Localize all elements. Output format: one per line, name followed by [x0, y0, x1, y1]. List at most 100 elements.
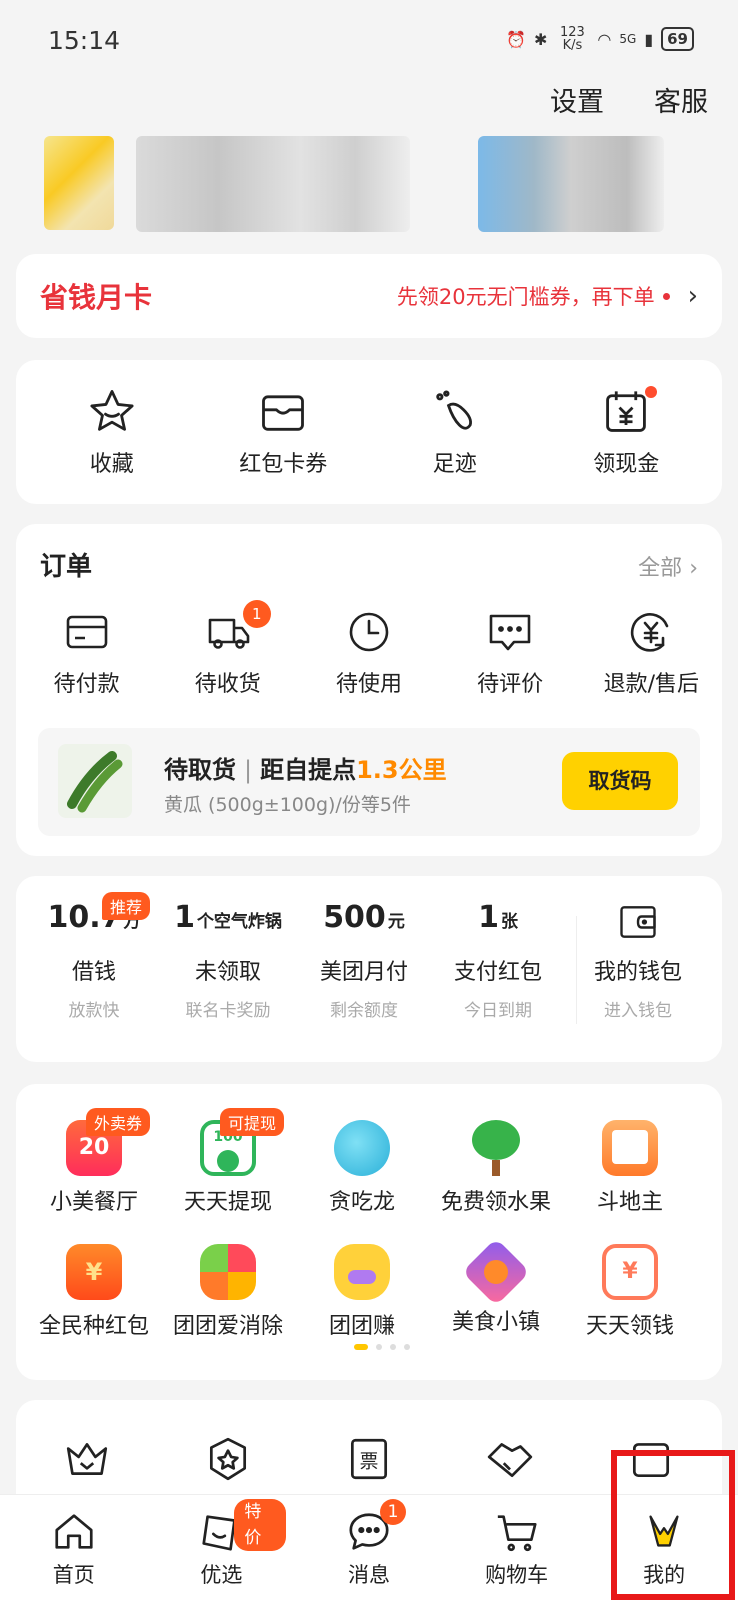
pickup-code-button[interactable]: 取货码	[562, 752, 678, 810]
savings-card-title: 省钱月卡	[40, 281, 153, 314]
finance-card: 推荐 10.7 万 借钱 放款快 1 个空气炸锅 未领取 联名卡奖励 500 元 美团…	[16, 876, 722, 1062]
cart-icon	[497, 1515, 537, 1552]
username-blurred	[136, 136, 410, 232]
value-number: 500	[323, 900, 386, 935]
tab-label: 首页	[52, 1563, 95, 1587]
game-label: 美食小镇	[451, 1310, 540, 1335]
chevron-right-icon: ›	[687, 281, 698, 311]
annotation-highlight-box	[611, 1450, 735, 1600]
order-status-label: 待付款	[53, 672, 120, 697]
cards-icon	[602, 1120, 658, 1176]
order-status-label: 退款/售后	[603, 672, 700, 697]
finance-label: 借钱	[71, 960, 116, 985]
game-label: 天天提现	[183, 1190, 272, 1215]
order-refund[interactable]: 退款/售后	[586, 608, 716, 698]
fox-icon	[462, 1238, 530, 1306]
value-unit: 个空气炸锅	[196, 912, 282, 932]
savings-card[interactable]: 省钱月卡 先领20元无门槛券，再下单 ›	[16, 254, 722, 338]
pickup-item: 黄瓜 (500g±100g)/份等5件	[164, 794, 411, 816]
game-tag: 可提现	[220, 1108, 285, 1136]
finance-red-packet[interactable]: 1张 支付红包 今日到期	[428, 900, 568, 1021]
quick-get-cash[interactable]: 领现金	[551, 386, 701, 478]
profile-area-blurred[interactable]	[0, 132, 738, 242]
message-count-badge: 1	[379, 1499, 406, 1525]
handshake-icon[interactable]	[485, 1434, 535, 1484]
tab-home[interactable]: 首页	[9, 1495, 139, 1600]
orders-all-link[interactable]: 全部 ›	[638, 550, 698, 582]
badge-star-icon[interactable]	[203, 1434, 253, 1484]
special-price-badge: 特价	[234, 1499, 287, 1551]
order-to-pay[interactable]: 待付款	[22, 608, 152, 698]
wallet-card-icon	[262, 395, 305, 431]
finance-label: 未领取	[194, 960, 261, 985]
finance-sub: 放款快	[68, 1001, 120, 1021]
quick-favorites[interactable]: 收藏	[37, 386, 187, 478]
tab-youxuan[interactable]: 特价 优选	[156, 1495, 287, 1600]
order-status-label: 待评价	[477, 672, 544, 697]
service-link[interactable]: 客服	[654, 80, 708, 119]
finance-label: 支付红包	[453, 960, 542, 985]
quick-footprints[interactable]: 足迹	[380, 386, 530, 478]
match-icon	[200, 1244, 256, 1300]
tree-icon	[468, 1120, 524, 1176]
comment-icon	[489, 614, 531, 651]
pickup-banner[interactable]: 待取货 | 距自提点1.3公里 黄瓜 (500g±100g)/份等5件 取货码	[38, 728, 700, 836]
finance-loan[interactable]: 推荐 10.7 万 借钱 放款快	[24, 892, 164, 1021]
my-wallet[interactable]: 我的钱包 进入钱包	[568, 900, 708, 1021]
finance-air-fryer[interactable]: 1 个空气炸锅 未领取 联名卡奖励	[158, 900, 298, 1021]
crown-icon[interactable]	[62, 1434, 112, 1484]
game-free-fruit[interactable]: 免费领水果	[426, 1120, 566, 1216]
value-number: 1	[174, 900, 195, 935]
page-dot-active	[354, 1344, 368, 1350]
settings-link[interactable]: 设置	[550, 80, 604, 119]
mini-games-card: 20 外卖券 小美餐厅 100 可提现 天天提现 贪吃龙 免费领水果 斗地主 ¥…	[16, 1084, 722, 1380]
quick-coupons[interactable]: 红包卡券	[208, 386, 358, 478]
cucumber-image	[67, 751, 123, 813]
game-grow-red-packet[interactable]: ¥ 全民种红包	[24, 1244, 164, 1340]
game-tuantuan-match[interactable]: 团团爱消除	[158, 1244, 298, 1340]
orders-title: 订单	[40, 552, 93, 582]
ticket-icon[interactable]: 票	[344, 1434, 394, 1484]
game-xiaomei-restaurant[interactable]: 20 外卖券 小美餐厅	[24, 1108, 164, 1216]
game-food-town[interactable]: 美食小镇	[426, 1238, 566, 1336]
quick-label: 足迹	[432, 452, 477, 477]
game-daily-money[interactable]: ¥ 天天领钱	[560, 1244, 700, 1340]
finance-monthly-pay[interactable]: 500 元 美团月付 剩余额度	[294, 900, 434, 1021]
game-label: 免费领水果	[440, 1190, 551, 1215]
tab-label: 消息	[347, 1563, 390, 1587]
game-tuantuan-earn[interactable]: 团团赚	[292, 1244, 432, 1340]
order-status-label: 待使用	[335, 672, 402, 697]
status-icons: ⏰ ✱ 123 K/s ◠ 5G ▮ 69	[506, 26, 694, 52]
avatar[interactable]	[44, 136, 114, 230]
clock-icon	[349, 612, 389, 652]
product-thumbnail	[58, 744, 132, 818]
net-speed: 123 K/s	[559, 25, 585, 53]
game-snake-dragon[interactable]: 贪吃龙	[292, 1120, 432, 1216]
finance-sub: 联名卡奖励	[185, 1001, 271, 1021]
value-unit: 元	[387, 912, 405, 932]
page-dot	[404, 1344, 410, 1350]
pickup-title: 待取货 | 距自提点1.3公里	[164, 750, 447, 785]
game-tag: 外卖券	[86, 1108, 151, 1136]
game-doudizhu[interactable]: 斗地主	[560, 1120, 700, 1216]
member-badge-blurred[interactable]	[478, 136, 664, 232]
battery-indicator: 69	[661, 27, 694, 51]
tab-messages[interactable]: 1 消息	[304, 1495, 434, 1600]
order-status-row: 待付款 1 待收货 待使用 待评价 退款/售后	[16, 600, 722, 698]
quick-label: 红包卡券	[239, 452, 328, 477]
value-unit: 张	[500, 912, 518, 932]
wifi-icon: ◠	[597, 29, 612, 49]
game-label: 团团爱消除	[172, 1314, 283, 1339]
header-links: 设置 客服	[550, 80, 708, 119]
order-to-review[interactable]: 待评价	[445, 608, 575, 698]
order-to-receive[interactable]: 1 待收货	[163, 600, 293, 698]
red-dot-icon	[662, 292, 670, 300]
game-label: 贪吃龙	[328, 1190, 395, 1215]
signal-icon: ▮	[644, 29, 654, 49]
game-daily-withdraw[interactable]: 100 可提现 天天提现	[158, 1108, 298, 1216]
order-to-use[interactable]: 待使用	[304, 608, 434, 698]
tab-cart[interactable]: 购物车	[452, 1495, 582, 1600]
tab-label: 购物车	[485, 1563, 549, 1587]
order-status-label: 待收货	[194, 672, 261, 697]
chevron-right-icon: ›	[689, 556, 698, 581]
